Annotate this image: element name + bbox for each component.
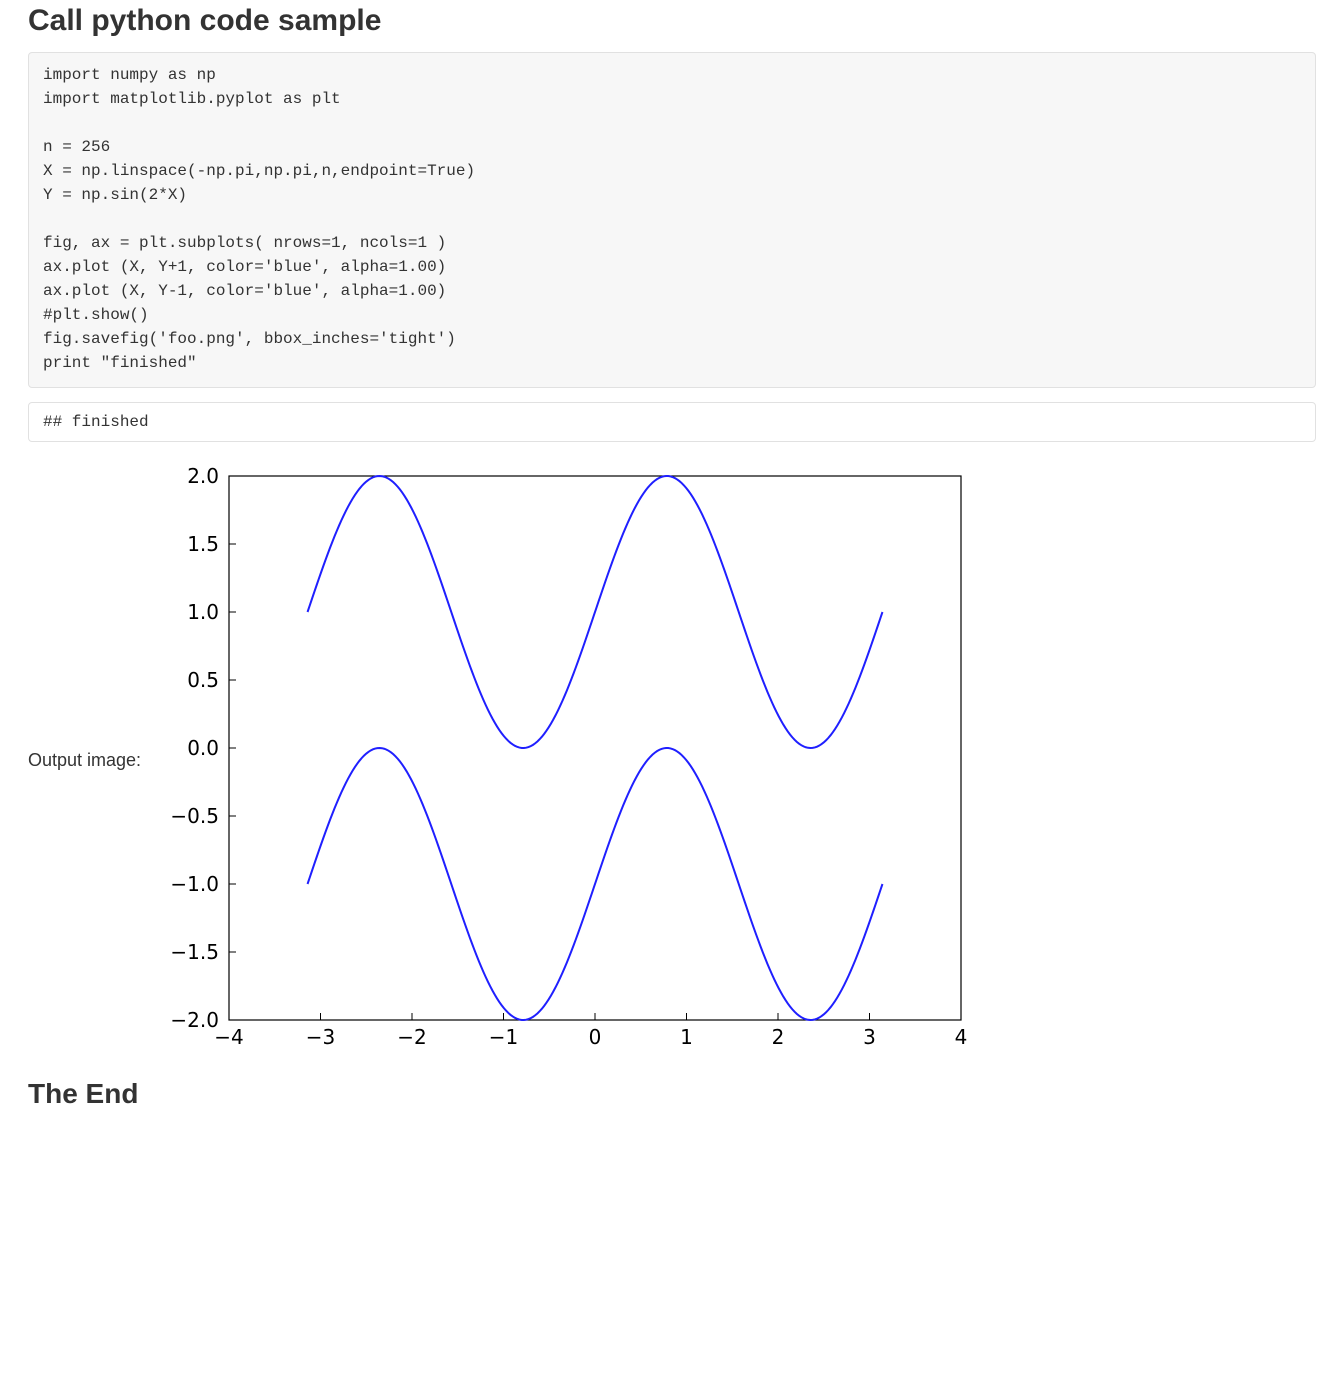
svg-text:−1: −1 — [489, 1025, 518, 1049]
svg-text:−2.0: −2.0 — [170, 1008, 219, 1032]
svg-text:1: 1 — [680, 1025, 693, 1049]
output-image-label: Output image: — [28, 750, 141, 771]
svg-text:−0.5: −0.5 — [170, 804, 219, 828]
line-chart: −4−3−2−101234−2.0−1.5−1.0−0.50.00.51.01.… — [151, 460, 981, 1060]
svg-text:−2: −2 — [397, 1025, 426, 1049]
footer-heading: The End — [28, 1078, 1316, 1110]
section-heading: Call python code sample — [28, 4, 1316, 38]
output-image: −4−3−2−101234−2.0−1.5−1.0−0.50.00.51.01.… — [151, 460, 981, 1060]
svg-text:3: 3 — [863, 1025, 876, 1049]
svg-text:−1.5: −1.5 — [170, 940, 219, 964]
svg-text:−3: −3 — [306, 1025, 335, 1049]
code-cell: import numpy as np import matplotlib.pyp… — [28, 52, 1316, 388]
stdout-cell: ## finished — [28, 402, 1316, 442]
svg-text:0: 0 — [589, 1025, 602, 1049]
svg-text:1.5: 1.5 — [187, 532, 219, 556]
svg-text:2: 2 — [772, 1025, 785, 1049]
svg-text:0.5: 0.5 — [187, 668, 219, 692]
svg-text:0.0: 0.0 — [187, 736, 219, 760]
svg-text:−1.0: −1.0 — [170, 872, 219, 896]
document-page: Call python code sample import numpy as … — [0, 4, 1344, 1150]
svg-text:4: 4 — [955, 1025, 968, 1049]
output-image-row: Output image: −4−3−2−101234−2.0−1.5−1.0−… — [28, 460, 1316, 1060]
svg-text:1.0: 1.0 — [187, 600, 219, 624]
svg-text:2.0: 2.0 — [187, 464, 219, 488]
